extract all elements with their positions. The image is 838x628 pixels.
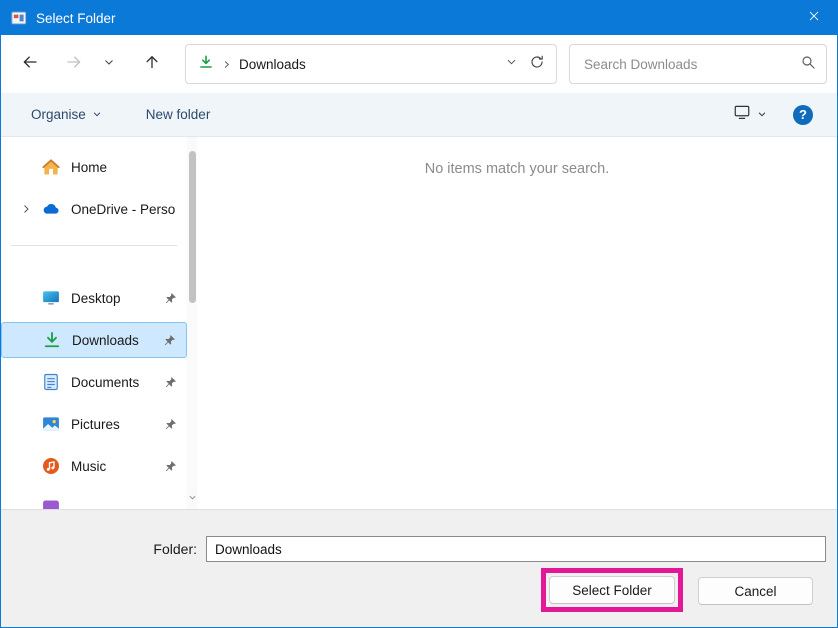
close-icon — [807, 9, 821, 28]
downloads-folder-icon — [198, 54, 214, 75]
downloads-icon — [42, 330, 62, 350]
organise-label: Organise — [31, 107, 86, 122]
sidebar-item-onedrive[interactable]: OneDrive - Perso — [1, 191, 187, 227]
expand-chevron-icon[interactable] — [11, 203, 41, 215]
cancel-button[interactable]: Cancel — [698, 577, 813, 605]
folder-label: Folder: — [1, 541, 206, 557]
chevron-down-icon — [188, 489, 197, 507]
view-icon — [733, 103, 751, 126]
back-button[interactable] — [13, 47, 47, 81]
scrollbar-down-button[interactable] — [187, 489, 197, 507]
pin-icon — [164, 460, 177, 473]
search-icon — [800, 54, 816, 75]
folder-row: Folder: — [1, 536, 826, 562]
select-folder-button[interactable]: Select Folder — [549, 576, 675, 604]
folder-name-input[interactable] — [206, 536, 826, 562]
sidebar-item-label: Desktop — [71, 291, 164, 306]
onedrive-icon — [41, 199, 61, 219]
close-button[interactable] — [791, 1, 837, 35]
sidebar: Home OneDrive - Perso — [1, 137, 187, 509]
pin-icon — [164, 418, 177, 431]
sidebar-item-label: Documents — [71, 375, 164, 390]
chevron-down-icon — [757, 106, 767, 124]
address-bar[interactable]: Downloads — [185, 44, 557, 84]
pin-icon — [163, 334, 176, 347]
back-arrow-icon — [21, 53, 39, 76]
view-options-button[interactable] — [733, 103, 767, 126]
empty-state-message: No items match your search. — [197, 161, 837, 177]
chevron-down-icon — [505, 55, 518, 73]
breadcrumb-chevron-icon — [221, 59, 232, 70]
sidebar-item-music[interactable]: Music — [1, 448, 187, 484]
command-bar: Organise New folder ? — [1, 93, 837, 137]
chevron-down-icon — [103, 55, 115, 73]
help-button[interactable]: ? — [793, 105, 813, 125]
sidebar-item-label: Downloads — [72, 333, 163, 348]
pictures-icon — [41, 414, 61, 434]
sidebar-item-label: Pictures — [71, 417, 164, 432]
sidebar-separator — [11, 245, 177, 246]
sidebar-item-label: OneDrive - Perso — [71, 202, 187, 217]
search-input[interactable] — [582, 56, 800, 73]
recent-locations-button[interactable] — [97, 47, 121, 81]
scrollbar-thumb[interactable] — [189, 151, 196, 303]
videos-icon — [41, 498, 61, 509]
sidebar-item-desktop[interactable]: Desktop — [1, 280, 187, 316]
documents-icon — [41, 372, 61, 392]
pin-icon — [164, 376, 177, 389]
window-title: Select Folder — [36, 11, 116, 26]
new-folder-button[interactable]: New folder — [146, 107, 211, 122]
sidebar-item-documents[interactable]: Documents — [1, 364, 187, 400]
new-folder-label: New folder — [146, 107, 211, 122]
sidebar-item-videos-partial[interactable] — [1, 490, 187, 509]
search-box — [569, 44, 827, 84]
pin-icon — [164, 292, 177, 305]
music-icon — [41, 456, 61, 476]
command-bar-right: ? — [733, 103, 813, 126]
sidebar-scrollbar[interactable] — [187, 137, 197, 509]
sidebar-item-home[interactable]: Home — [1, 149, 187, 185]
desktop-icon — [41, 288, 61, 308]
breadcrumb-downloads[interactable]: Downloads — [239, 57, 306, 72]
refresh-button[interactable] — [524, 49, 550, 79]
sidebar-item-label: Home — [71, 160, 187, 175]
sidebar-item-label: Music — [71, 459, 164, 474]
refresh-icon — [529, 54, 545, 75]
organise-button[interactable]: Organise — [31, 107, 102, 122]
home-icon — [41, 157, 61, 177]
select-folder-dialog: Select Folder — [0, 0, 838, 628]
titlebar: Select Folder — [1, 1, 837, 35]
up-arrow-icon — [143, 53, 161, 76]
address-dropdown-button[interactable] — [498, 49, 524, 79]
up-button[interactable] — [135, 47, 169, 81]
app-icon — [11, 10, 27, 26]
navigation-bar: Downloads — [1, 35, 837, 93]
footer: Folder: Select Folder Cancel — [1, 509, 837, 628]
folder-contents: No items match your search. — [197, 137, 837, 509]
sidebar-item-pictures[interactable]: Pictures — [1, 406, 187, 442]
forward-button[interactable] — [57, 47, 91, 81]
annotation-highlight: Select Folder — [541, 568, 683, 612]
forward-arrow-icon — [65, 53, 83, 76]
chevron-down-icon — [92, 107, 102, 122]
help-icon: ? — [799, 107, 807, 122]
sidebar-item-downloads[interactable]: Downloads — [1, 322, 187, 358]
